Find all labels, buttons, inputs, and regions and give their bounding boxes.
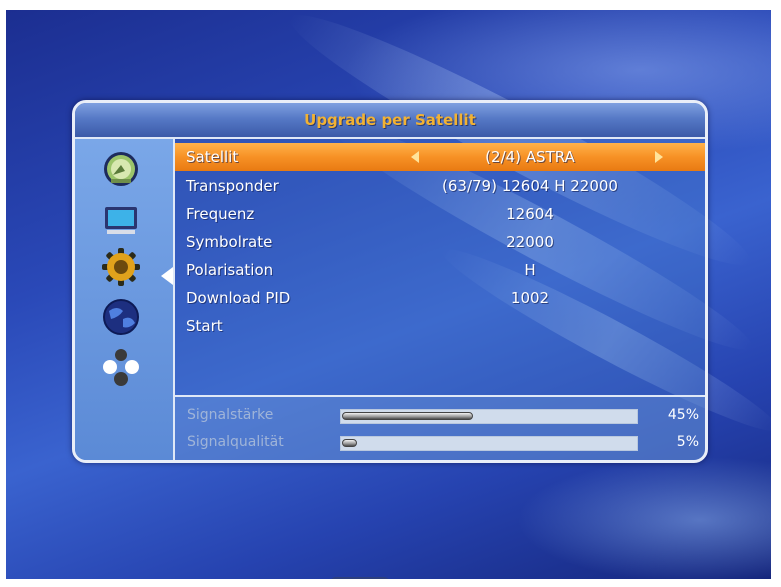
setting-row-download-pid[interactable]: Download PID 1002: [175, 284, 705, 312]
signal-quality-bar: [340, 436, 638, 451]
setting-value: (63/79) 12604 H 22000: [442, 177, 618, 195]
setting-row-satellit[interactable]: Satellit (2/4) ASTRA: [175, 143, 705, 171]
satellite-dish-icon[interactable]: [101, 149, 141, 189]
frame-border: [0, 579, 781, 587]
signal-panel: Signalstärke 45% Signalqualität 5%: [175, 395, 705, 460]
setting-label: Symbolrate: [186, 233, 273, 251]
setting-value: 12604: [506, 205, 554, 223]
setting-label: Satellit: [186, 148, 239, 166]
setting-value: 22000: [506, 233, 554, 251]
globe-icon[interactable]: [101, 297, 141, 337]
multimedia-balls-icon[interactable]: [101, 347, 141, 387]
settings-list: Satellit (2/4) ASTRA Transponder (63/79)…: [175, 139, 705, 389]
setting-label: Transponder: [186, 177, 279, 195]
setting-row-frequenz[interactable]: Frequenz 12604: [175, 200, 705, 228]
dialog-title: Upgrade per Satellit: [304, 111, 476, 129]
signal-strength-row: Signalstärke 45%: [175, 403, 705, 429]
tv-screen: Upgrade per Satellit Satellit (2/4) ASTR…: [0, 0, 781, 587]
signal-strength-percent: 45%: [667, 407, 699, 423]
gear-icon[interactable]: [101, 247, 141, 287]
setting-value: H: [524, 261, 536, 279]
signal-quality-row: Signalqualität 5%: [175, 430, 705, 456]
signal-quality-label: Signalqualität: [187, 434, 284, 450]
start-button[interactable]: Start: [186, 317, 223, 335]
signal-quality-fill: [342, 439, 357, 447]
setting-row-transponder[interactable]: Transponder (63/79) 12604 H 22000: [175, 172, 705, 200]
setting-value: (2/4) ASTRA: [485, 148, 575, 166]
setting-label: Frequenz: [186, 205, 255, 223]
upgrade-dialog: Upgrade per Satellit Satellit (2/4) ASTR…: [72, 100, 708, 463]
dialog-header: Upgrade per Satellit: [75, 103, 705, 139]
setting-label: Polarisation: [186, 261, 274, 279]
signal-strength-fill: [342, 412, 473, 420]
frame-border: [0, 0, 781, 10]
signal-strength-label: Signalstärke: [187, 407, 274, 423]
arrow-right-icon[interactable]: [655, 151, 663, 163]
signal-quality-percent: 5%: [676, 434, 699, 450]
frame-border: [0, 0, 6, 587]
tv-monitor-icon[interactable]: [101, 199, 141, 239]
selected-menu-arrow-icon: [161, 267, 173, 285]
signal-strength-bar: [340, 409, 638, 424]
setting-row-polarisation[interactable]: Polarisation H: [175, 256, 705, 284]
setting-value: 1002: [510, 289, 550, 307]
setting-label: Download PID: [186, 289, 291, 307]
setting-row-start[interactable]: Start: [175, 312, 705, 340]
setting-row-symbolrate[interactable]: Symbolrate 22000: [175, 228, 705, 256]
menu-sidebar: [75, 139, 175, 460]
frame-border: [771, 0, 781, 587]
